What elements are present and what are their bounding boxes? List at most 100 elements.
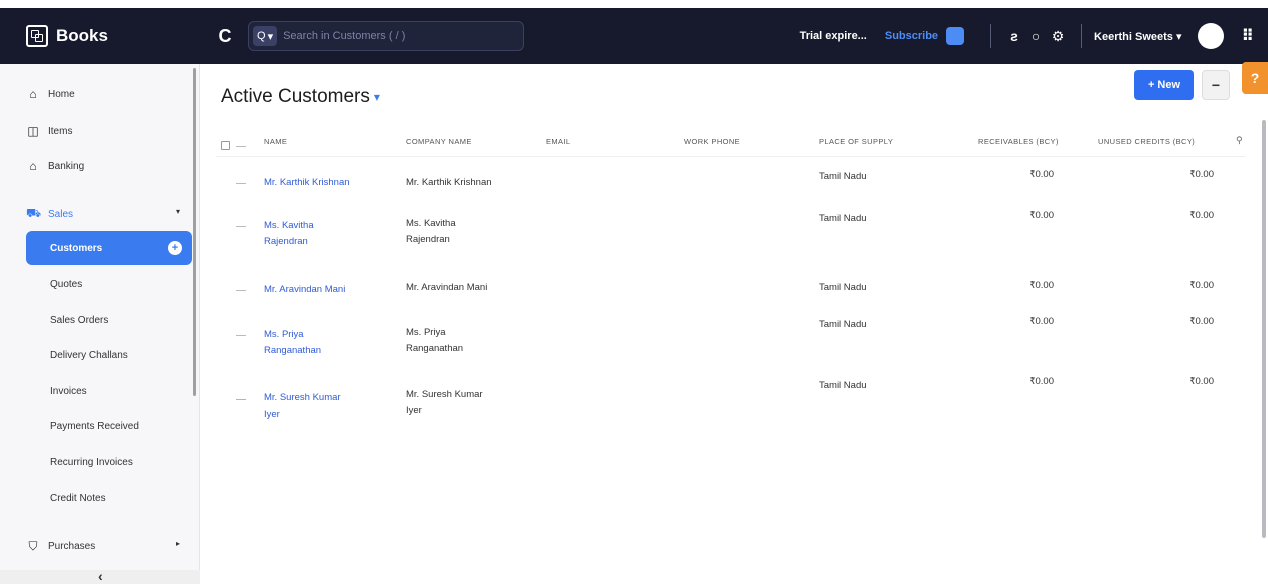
sidebar-item-invoices[interactable]: Invoices — [50, 386, 87, 397]
place-of-supply: Tamil Nadu — [819, 171, 867, 182]
receivables-value: ₹0.00 — [1029, 210, 1054, 221]
more-options-button[interactable]: − — [1202, 70, 1230, 100]
search-input[interactable]: Search in Customers ( / ) — [283, 30, 405, 42]
row-checkbox[interactable] — [236, 226, 246, 227]
sidebar-item-label: Banking — [48, 160, 85, 172]
customer-name-link-line2[interactable]: Rajendran — [264, 234, 308, 249]
top-bar: Books C Q ▾ Search in Customers ( / ) Tr… — [0, 8, 1268, 64]
chevron-down-icon: ▾ — [267, 30, 274, 43]
unused-credits-value: ₹0.00 — [1189, 210, 1214, 221]
sidebar-item-sales-orders[interactable]: Sales Orders — [50, 315, 108, 326]
main-scrollbar[interactable] — [1262, 120, 1266, 538]
sidebar-item-quotes[interactable]: Quotes — [50, 279, 82, 290]
receivables-value: ₹0.00 — [1029, 169, 1054, 180]
place-of-supply: Tamil Nadu — [819, 380, 867, 391]
column-header-receivables[interactable]: RECEIVABLES (BCY) — [978, 137, 1059, 146]
new-button[interactable]: + New — [1134, 70, 1194, 100]
collapse-sidebar-icon[interactable]: ‹ — [98, 568, 103, 584]
unused-credits-value: ₹0.00 — [1189, 169, 1214, 180]
company-name-line2: Iyer — [406, 405, 422, 416]
sidebar-scrollbar[interactable] — [193, 68, 196, 396]
items-box-icon: ◫ — [27, 124, 39, 138]
purchases-expand-icon[interactable]: ▸ — [176, 539, 180, 548]
books-logo-icon — [26, 25, 48, 47]
chevron-down-icon: ▾ — [373, 90, 380, 104]
place-of-supply: Tamil Nadu — [819, 213, 867, 224]
page-title[interactable]: Active Customers ▾ — [221, 86, 380, 108]
sidebar-item-delivery-challans[interactable]: Delivery Challans — [50, 350, 128, 361]
search-box[interactable]: Q ▾ Search in Customers ( / ) — [248, 21, 524, 51]
divider — [1081, 24, 1083, 48]
sidebar-item-credit-notes[interactable]: Credit Notes — [50, 493, 106, 504]
sidebar-item-banking[interactable]: ⌂ Banking — [26, 159, 84, 173]
customer-name-link-line2[interactable]: Ranganathan — [264, 343, 321, 358]
column-header-place-of-supply[interactable]: PLACE OF SUPPLY — [819, 137, 893, 146]
company-name-line2: Ranganathan — [406, 343, 464, 354]
customer-name-link[interactable]: Ms. Kavitha — [264, 218, 314, 233]
sidebar-item-payments-received[interactable]: Payments Received — [50, 421, 139, 432]
recent-activity-icon[interactable]: C — [216, 26, 234, 47]
subscribe-badge-icon[interactable] — [946, 27, 965, 45]
row-checkbox[interactable] — [236, 183, 246, 184]
unused-credits-value: ₹0.00 — [1189, 316, 1214, 327]
search-scope-dropdown[interactable]: Q ▾ — [253, 26, 278, 46]
row-checkbox[interactable] — [236, 335, 246, 336]
column-header-unused-credits[interactable]: UNUSED CREDITS (BCY) — [1098, 137, 1195, 146]
settings-icon[interactable]: ⚙ — [1047, 28, 1069, 45]
bank-icon: ⌂ — [29, 159, 37, 173]
sidebar-item-customers[interactable]: Customers + — [26, 231, 192, 265]
company-name-line2: Rajendran — [406, 234, 450, 245]
column-header-company[interactable]: COMPANY NAME — [406, 137, 472, 146]
sales-collapse-icon[interactable]: ▾ — [176, 207, 180, 216]
sidebar-item-sales[interactable]: ⛟ Sales — [26, 206, 73, 222]
column-search-icon[interactable]: ⚲ — [1236, 135, 1243, 146]
customer-name-link[interactable]: Mr. Suresh Kumar — [264, 390, 341, 405]
view-title: Active Customers — [221, 86, 370, 107]
org-switcher[interactable]: Keerthi Sweets ▾ — [1094, 30, 1181, 43]
select-all-checkbox[interactable] — [221, 141, 230, 150]
refer-icon[interactable]: ƨ — [1003, 28, 1025, 44]
column-header-email[interactable]: EMAIL — [546, 137, 571, 146]
receivables-value: ₹0.00 — [1029, 280, 1054, 291]
customer-name-link-line2[interactable]: Iyer — [264, 407, 280, 422]
sidebar-item-home[interactable]: ⌂ Home — [26, 87, 74, 101]
receivables-value: ₹0.00 — [1029, 316, 1054, 327]
brand[interactable]: Books — [0, 8, 196, 64]
company-name: Ms. Kavitha — [406, 218, 456, 229]
column-toggle[interactable] — [236, 146, 246, 147]
column-header-name[interactable]: NAME — [264, 137, 287, 146]
sidebar-item-purchases[interactable]: ⛉ Purchases — [26, 539, 95, 554]
company-name: Ms. Priya — [406, 327, 446, 338]
unused-credits-value: ₹0.00 — [1189, 280, 1214, 291]
column-header-work-phone[interactable]: WORK PHONE — [684, 137, 740, 146]
apps-grid-icon[interactable]: ⠿ — [1242, 26, 1255, 46]
org-name: Keerthi Sweets — [1094, 30, 1173, 43]
sidebar-item-label: Customers — [50, 242, 103, 254]
sidebar-item-recurring-invoices[interactable]: Recurring Invoices — [50, 457, 133, 468]
subscribe-link[interactable]: Subscribe — [885, 30, 938, 42]
row-checkbox[interactable] — [236, 399, 246, 400]
customer-name-link[interactable]: Mr. Aravindan Mani — [264, 282, 345, 297]
customer-name-link[interactable]: Ms. Priya — [264, 327, 304, 342]
add-customer-icon[interactable]: + — [168, 241, 182, 255]
cart-icon: ⛟ — [26, 206, 42, 220]
app-name: Books — [56, 26, 108, 45]
receivables-value: ₹0.00 — [1029, 376, 1054, 387]
sidebar-item-items[interactable]: ◫ Items — [26, 124, 72, 138]
search-icon: Q — [257, 30, 266, 42]
divider — [990, 24, 992, 48]
company-name: Mr. Aravindan Mani — [406, 282, 488, 293]
sidebar-item-label: Sales — [48, 208, 74, 220]
notifications-icon[interactable]: ○ — [1025, 28, 1047, 44]
header-divider — [216, 156, 1246, 157]
avatar[interactable] — [1197, 23, 1224, 49]
sidebar-item-label: Purchases — [48, 541, 96, 552]
company-name: Mr. Karthik Krishnan — [406, 177, 492, 188]
company-name: Mr. Suresh Kumar — [406, 389, 483, 400]
home-icon: ⌂ — [29, 87, 37, 101]
bag-icon: ⛉ — [28, 539, 38, 553]
place-of-supply: Tamil Nadu — [819, 319, 867, 330]
customer-name-link[interactable]: Mr. Karthik Krishnan — [264, 175, 350, 190]
row-checkbox[interactable] — [236, 290, 246, 291]
help-icon[interactable]: ? — [1242, 62, 1268, 94]
